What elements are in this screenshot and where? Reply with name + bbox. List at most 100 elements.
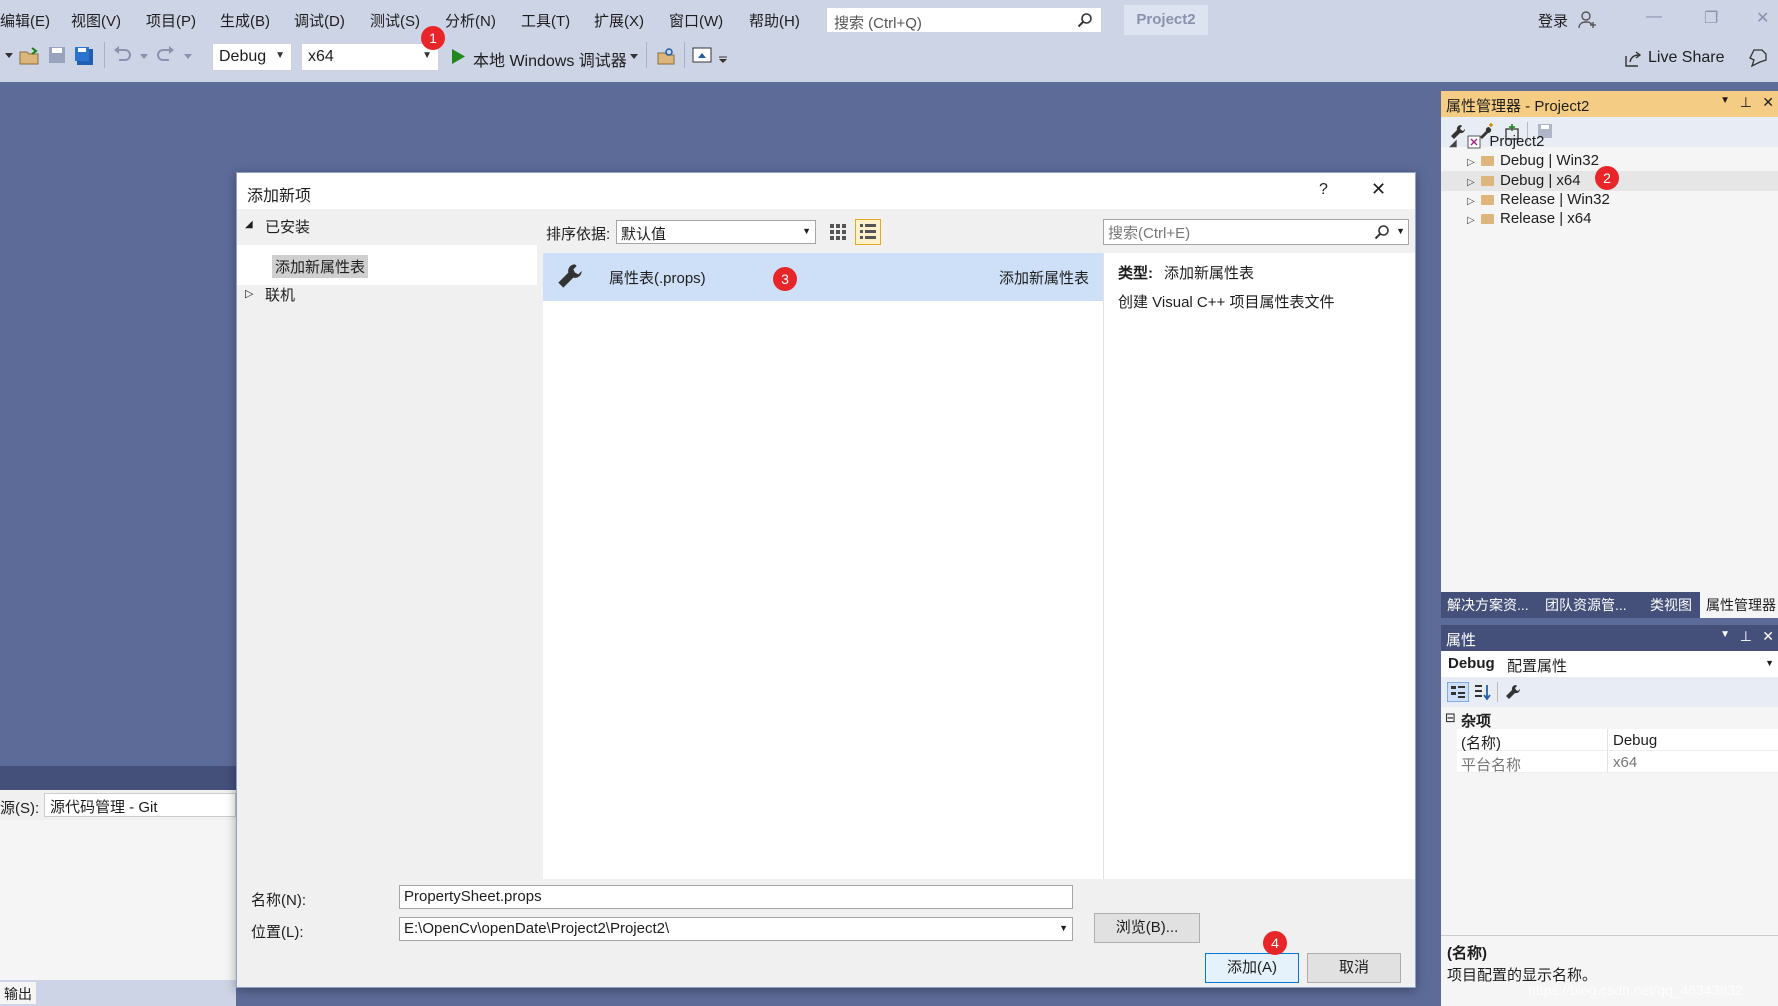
template-category: 添加新属性表 [998, 270, 1089, 287]
add-user-icon[interactable] [1578, 10, 1598, 30]
category-misc[interactable]: ⊟ 杂项 [1441, 707, 1778, 730]
redo-dropdown-icon[interactable] [184, 54, 192, 60]
menu-extensions[interactable]: 扩展(X) [594, 10, 644, 31]
collapsed-icon[interactable]: ▷ [1467, 196, 1481, 207]
dialog-close-button[interactable]: ✕ [1371, 179, 1386, 200]
tree-online[interactable]: 联机 [265, 284, 295, 305]
menu-window[interactable]: 窗口(W) [669, 10, 723, 31]
live-share-icon[interactable] [1624, 50, 1642, 68]
config-dropdown[interactable]: Debug ▼ [212, 43, 292, 71]
chevron-down-icon: ▼ [422, 50, 432, 61]
tree-root-project[interactable]: ◢ Project2 [1449, 133, 1544, 150]
selected-category-row[interactable]: 添加新属性表 [237, 245, 537, 285]
property-manager-title-bar: 属性管理器 - Project2 ▼ ⊥ ✕ [1441, 91, 1778, 117]
tab-property-manager[interactable]: 属性管理器 [1700, 592, 1778, 618]
menu-project[interactable]: 项目(P) [146, 10, 196, 31]
toolbar-overflow-icon[interactable] [718, 56, 728, 64]
tree-item-debug-x64[interactable]: ▷ Debug | x64 [1467, 172, 1581, 189]
find-in-files-icon[interactable] [656, 46, 676, 66]
platform-dropdown[interactable]: x64 ▼ [301, 43, 439, 71]
sort-dropdown[interactable]: 默认值 ▼ [616, 220, 816, 244]
template-item[interactable]: 属性表(.props) 添加新属性表 3 [543, 253, 1103, 301]
location-dropdown[interactable]: E:\OpenCv\openDate\Project2\Project2\ ▼ [399, 917, 1073, 941]
close-window-icon[interactable]: ✕ [1756, 8, 1769, 28]
folder-icon [1481, 214, 1494, 225]
browse-button[interactable]: 浏览(B)... [1094, 913, 1200, 943]
template-search-input[interactable]: 搜索(Ctrl+E) ▼ [1103, 219, 1409, 245]
config-value: Debug [219, 48, 267, 65]
watermark: https://blog.csdn.net/qq_46343832 [1528, 982, 1743, 998]
sort-alphabetical-icon[interactable] [1473, 682, 1493, 702]
project-icon [1467, 135, 1481, 149]
menu-help[interactable]: 帮助(H) [749, 10, 800, 31]
undo-icon[interactable] [112, 46, 132, 64]
categorized-icon[interactable] [1447, 682, 1469, 702]
live-share-button[interactable]: Live Share [1648, 49, 1725, 67]
tab-class-view[interactable]: 类视图 [1644, 592, 1698, 618]
tree-item-release-win32[interactable]: ▷ Release | Win32 [1467, 191, 1610, 208]
undo-dropdown-icon[interactable] [140, 54, 148, 60]
dropdown-icon[interactable] [4, 50, 14, 60]
panel-dropdown-icon[interactable]: ▼ [1720, 629, 1730, 640]
tree-item-label: Release | x64 [1500, 210, 1592, 227]
tree-item-release-x64[interactable]: ▷ Release | x64 [1467, 210, 1591, 227]
window-layout-icon[interactable] [692, 46, 712, 64]
tree-root-label: Project2 [1489, 133, 1545, 150]
menu-debug[interactable]: 调试(D) [294, 10, 345, 31]
search-input[interactable]: 搜索 (Ctrl+Q) [826, 7, 1102, 33]
menu-edit[interactable]: 编辑(E) [0, 10, 50, 31]
object-selector[interactable]: Debug 配置属性 ▼ [1441, 651, 1778, 677]
tab-output[interactable]: 输出 [0, 982, 36, 1004]
menu-view[interactable]: 视图(V) [71, 10, 121, 31]
pin-icon[interactable]: ⊥ [1740, 628, 1752, 645]
menu-build[interactable]: 生成(B) [220, 10, 270, 31]
expanded-icon[interactable]: ◢ [245, 219, 253, 230]
save-all-icon[interactable] [74, 46, 94, 66]
properties-toolbar [1441, 677, 1778, 707]
list-view-icon[interactable] [855, 219, 881, 245]
tree-installed[interactable]: 已安装 [265, 216, 310, 237]
menu-analyze[interactable]: 分析(N) [445, 10, 496, 31]
collapsed-icon[interactable]: ▷ [1467, 157, 1481, 168]
save-icon[interactable] [48, 46, 66, 64]
collapsed-icon[interactable]: ▷ [1467, 177, 1481, 188]
annotation-badge-3: 3 [773, 267, 797, 291]
chevron-down-icon[interactable]: ▼ [1396, 226, 1405, 236]
help-button[interactable]: ? [1319, 181, 1328, 199]
play-icon[interactable] [452, 49, 465, 64]
property-pages-icon[interactable] [1504, 683, 1522, 701]
property-row[interactable]: 平台名称 x64 [1457, 751, 1778, 774]
add-button[interactable]: 添加(A) [1205, 953, 1299, 983]
tree-item-debug-win32[interactable]: ▷ Debug | Win32 [1467, 152, 1599, 169]
chevron-down-icon[interactable]: ▼ [1765, 658, 1774, 668]
collapsed-icon[interactable]: ▷ [1467, 215, 1481, 226]
minimize-icon[interactable]: — [1646, 8, 1662, 26]
collapse-icon[interactable]: ⊟ [1445, 710, 1456, 726]
tab-team-explorer[interactable]: 团队资源管... [1539, 592, 1633, 618]
property-row[interactable]: (名称) Debug [1457, 729, 1778, 752]
small-icons-view-icon[interactable] [829, 223, 847, 241]
name-input[interactable]: PropertySheet.props [399, 885, 1073, 909]
tab-solution-explorer[interactable]: 解决方案资... [1441, 592, 1535, 618]
run-dropdown-icon[interactable] [630, 54, 638, 60]
location-value: E:\OpenCv\openDate\Project2\Project2\ [404, 920, 670, 937]
wrench-icon [558, 264, 582, 288]
redo-icon[interactable] [156, 46, 176, 64]
close-panel-icon[interactable]: ✕ [1762, 94, 1774, 111]
expanded-icon[interactable]: ◢ [1449, 138, 1463, 149]
output-source-dropdown[interactable]: 源代码管理 - Git [44, 793, 236, 817]
template-name: 属性表(.props) [609, 270, 706, 287]
restore-icon[interactable]: ❐ [1704, 8, 1718, 28]
menu-tools[interactable]: 工具(T) [521, 10, 570, 31]
cancel-button[interactable]: 取消 [1307, 953, 1401, 983]
open-folder-icon[interactable] [18, 46, 40, 66]
run-debugger-button[interactable]: 本地 Windows 调试器 [473, 47, 627, 71]
feedback-icon[interactable] [1748, 48, 1768, 68]
login-link[interactable]: 登录 [1538, 10, 1568, 31]
properties-title-bar: 属性 ▼ ⊥ ✕ [1441, 625, 1778, 651]
menu-test[interactable]: 测试(S) [370, 10, 420, 31]
close-panel-icon[interactable]: ✕ [1762, 628, 1774, 645]
panel-dropdown-icon[interactable]: ▼ [1720, 95, 1730, 106]
pin-icon[interactable]: ⊥ [1740, 94, 1752, 111]
collapsed-icon[interactable]: ▷ [245, 287, 253, 300]
